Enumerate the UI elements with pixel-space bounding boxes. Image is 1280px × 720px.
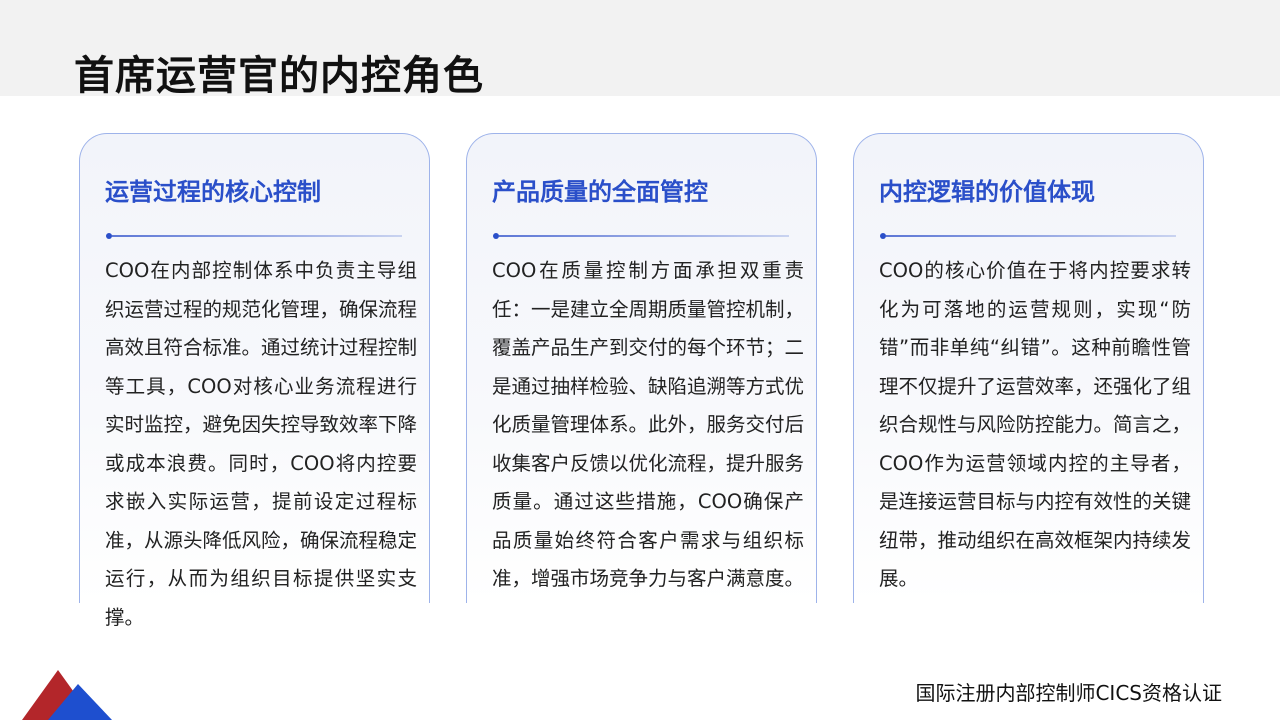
card-title: 产品质量的全面管控: [492, 178, 708, 206]
page-title: 首席运营官的内控角色: [74, 53, 484, 99]
footer-certification: 国际注册内部控制师CICS资格认证: [915, 681, 1222, 705]
divider-line: [499, 235, 789, 237]
card-title: 运营过程的核心控制: [105, 178, 321, 206]
card-body: COO在内部控制体系中负责主导组织运营过程的规范化管理，确保流程高效且符合标准。…: [105, 259, 418, 629]
card-body: COO的核心价值在于将内控要求转化为可落地的运营规则，实现“防错”而非单纯“纠错…: [879, 259, 1192, 590]
card-quality-control: 产品质量的全面管控 COO在质量控制方面承担双重责任：一是建立全周期质量管控机制…: [466, 133, 817, 603]
card-operations-control: 运营过程的核心控制 COO在内部控制体系中负责主导组织运营过程的规范化管理，确保…: [79, 133, 430, 629]
divider-line: [112, 235, 402, 237]
card-divider: [106, 233, 402, 239]
card-title: 内控逻辑的价值体现: [879, 178, 1095, 206]
brand-triangles-icon: [22, 670, 112, 720]
divider-line: [886, 235, 1176, 237]
card-divider: [880, 233, 1176, 239]
card-control-value: 内控逻辑的价值体现 COO的核心价值在于将内控要求转化为可落地的运营规则，实现“…: [853, 133, 1204, 603]
card-divider: [493, 233, 789, 239]
card-body: COO在质量控制方面承担双重责任：一是建立全周期质量管控机制，覆盖产品生产到交付…: [492, 259, 805, 590]
